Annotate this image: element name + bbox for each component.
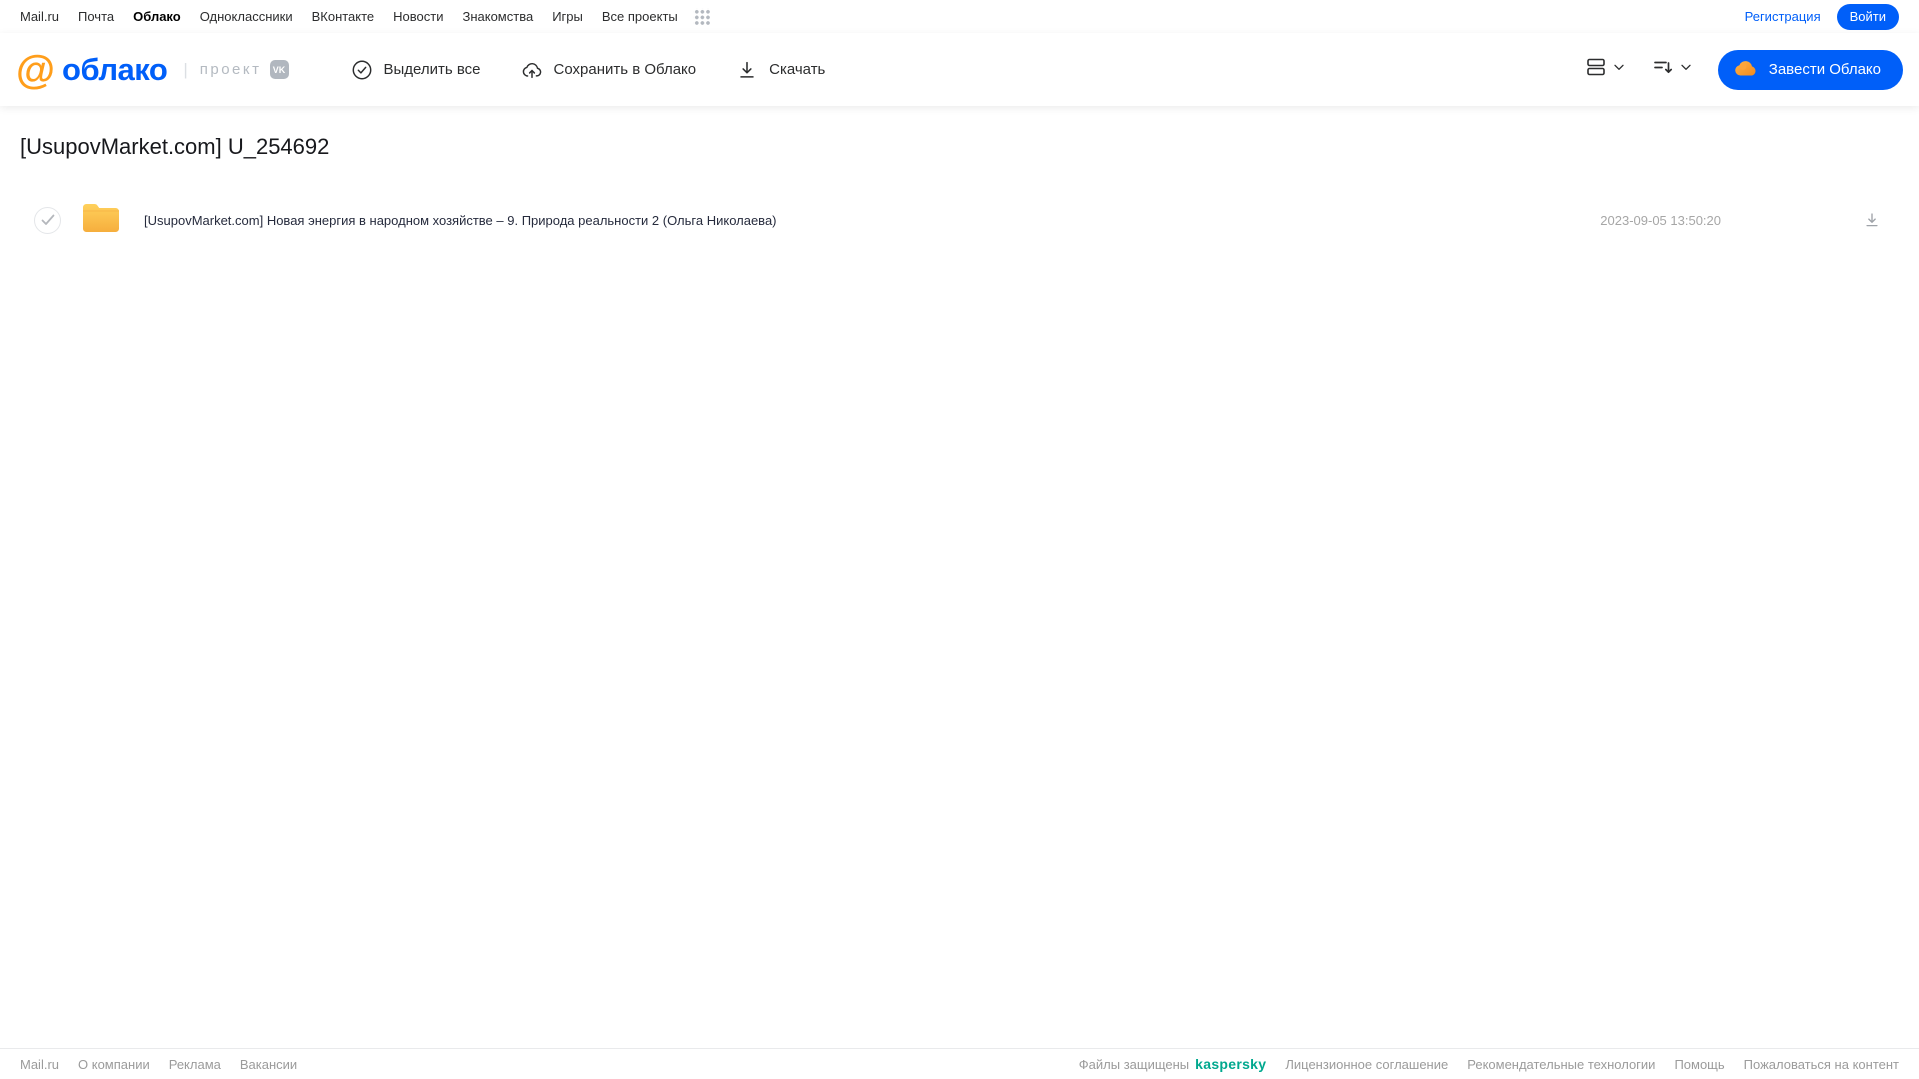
sort-icon <box>1651 55 1675 84</box>
app-header: @ облако | проект vk Выделить все <box>0 33 1919 106</box>
main-content: [UsupovMarket.com] U_254692 [UsupovMarke… <box>0 106 1919 1048</box>
mailru-at-icon: @ <box>16 47 56 92</box>
header-right-controls: Завести Облако <box>1584 49 1903 90</box>
file-toolbar: Выделить все Сохранить в Облако Скачать <box>351 59 866 81</box>
footer-link-help[interactable]: Помощь <box>1674 1057 1724 1072</box>
project-vk-tag: | проект vk <box>183 59 289 80</box>
select-all-button[interactable]: Выделить все <box>351 59 481 81</box>
topbar-link-odnoklassniki[interactable]: Одноклассники <box>200 9 293 24</box>
topbar-link-oblako[interactable]: Облако <box>133 9 181 24</box>
topbar-link-vkontakte[interactable]: ВКонтакте <box>312 9 375 24</box>
footer-link-about[interactable]: О компании <box>78 1057 150 1072</box>
file-row[interactable]: [UsupovMarket.com] Новая энергия в народ… <box>20 196 1899 244</box>
file-date: 2023-09-05 13:50:20 <box>1600 212 1721 228</box>
topbar-link-all-projects[interactable]: Все проекты <box>602 9 678 24</box>
topbar-link-mailru[interactable]: Mail.ru <box>20 9 59 24</box>
file-name-link[interactable]: [UsupovMarket.com] Новая энергия в народ… <box>144 213 1600 228</box>
row-download-icon[interactable] <box>1863 211 1881 229</box>
footer-link-license[interactable]: Лицензионное соглашение <box>1285 1057 1448 1072</box>
topbar-link-igry[interactable]: Игры <box>552 9 583 24</box>
login-button[interactable]: Войти <box>1836 3 1899 30</box>
footer-link-report[interactable]: Пожаловаться на контент <box>1744 1057 1899 1072</box>
checkmark-icon <box>41 214 54 225</box>
logo-separator: | <box>183 59 188 79</box>
topbar-right: Регистрация Войти <box>1745 3 1899 30</box>
download-label: Скачать <box>769 61 826 78</box>
save-to-cloud-label: Сохранить в Облако <box>553 61 697 78</box>
download-button[interactable]: Скачать <box>736 59 825 81</box>
create-cloud-label: Завести Облако <box>1768 61 1881 78</box>
footer-link-mailru[interactable]: Mail.ru <box>20 1057 59 1072</box>
footer-left-links: Mail.ru О компании Реклама Вакансии <box>20 1057 297 1072</box>
chevron-down-icon <box>1678 59 1694 80</box>
view-mode-dropdown[interactable] <box>1584 55 1627 84</box>
cloud-upload-icon <box>521 59 543 81</box>
vk-badge-icon: vk <box>269 60 289 79</box>
kaspersky-logo[interactable]: kaspersky <box>1195 1056 1266 1072</box>
page-title: [UsupovMarket.com] U_254692 <box>20 134 330 159</box>
select-all-label: Выделить все <box>383 61 481 78</box>
footer-right-links: Файлы защищены kaspersky Лицензионное со… <box>1079 1056 1899 1072</box>
project-label: проект <box>199 61 262 78</box>
all-projects-grid-icon[interactable] <box>692 8 710 25</box>
page-footer: Mail.ru О компании Реклама Вакансии Файл… <box>0 1048 1919 1079</box>
footer-link-ads[interactable]: Реклама <box>169 1057 221 1072</box>
chevron-down-icon <box>1611 59 1627 80</box>
sort-dropdown[interactable] <box>1651 55 1694 84</box>
folder-icon[interactable] <box>81 201 121 240</box>
save-to-cloud-button[interactable]: Сохранить в Облако <box>521 59 697 81</box>
download-icon <box>736 59 758 81</box>
logo-wordmark: облако <box>62 51 168 87</box>
create-cloud-button[interactable]: Завести Облако <box>1717 49 1903 90</box>
topbar-link-novosti[interactable]: Новости <box>393 9 443 24</box>
check-circle-icon <box>351 59 373 81</box>
file-checkbox[interactable] <box>34 206 61 234</box>
topbar-link-pochta[interactable]: Почта <box>78 9 114 24</box>
list-view-icon <box>1584 55 1608 84</box>
protected-label: Файлы защищены <box>1078 1056 1190 1072</box>
portal-topbar: Mail.ru Почта Облако Одноклассники ВКонт… <box>0 0 1919 33</box>
footer-link-jobs[interactable]: Вакансии <box>240 1057 297 1072</box>
kaspersky-protected: Файлы защищены kaspersky <box>1079 1056 1267 1072</box>
footer-link-recommendations[interactable]: Рекомендательные технологии <box>1467 1057 1655 1072</box>
topbar-link-znakomstva[interactable]: Знакомства <box>462 9 533 24</box>
orange-cloud-icon <box>1733 57 1759 83</box>
registration-link[interactable]: Регистрация <box>1745 9 1821 24</box>
cloud-logo[interactable]: @ облако | проект vk <box>16 48 289 92</box>
